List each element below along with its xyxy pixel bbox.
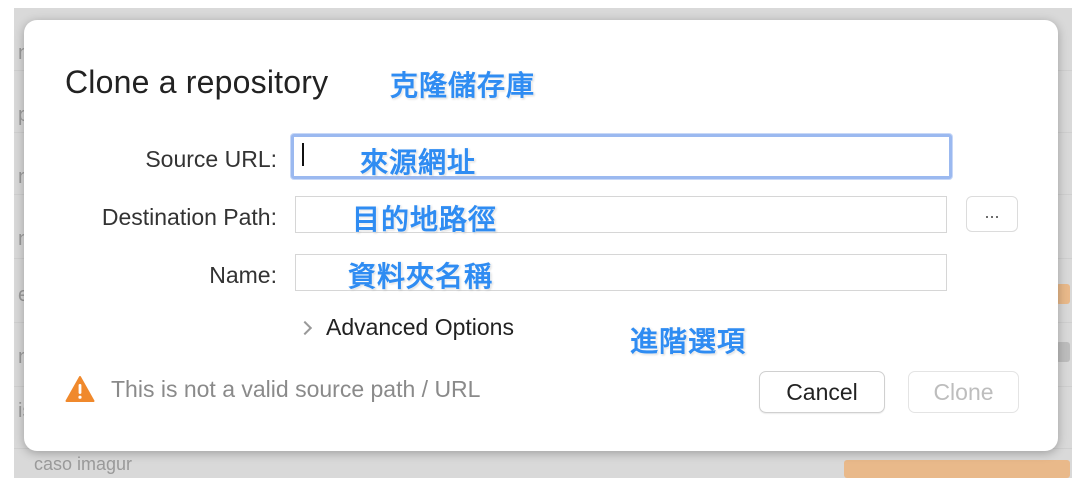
warning-text: This is not a valid source path / URL — [111, 375, 481, 402]
name-label: Name: — [209, 262, 277, 288]
destination-path-label: Destination Path: — [101, 204, 277, 230]
text-cursor — [302, 143, 304, 166]
clone-button[interactable]: Clone — [908, 371, 1019, 413]
destination-path-callout: 目的地路徑 — [352, 203, 498, 236]
title-callout: 克隆儲存庫 — [390, 69, 536, 102]
advanced-options-label: Advanced Options — [326, 314, 514, 340]
source-url-label: Source URL: — [145, 146, 277, 172]
warning-triangle-icon — [65, 376, 95, 402]
background-tag — [844, 460, 1070, 478]
name-callout: 資料夾名稱 — [348, 260, 494, 293]
background-tag — [1056, 284, 1070, 304]
dialog-title: Clone a repository — [65, 64, 329, 100]
clone-repository-dialog: Clone a repository 克隆儲存庫 Source URL: 來源網… — [24, 20, 1058, 451]
validation-warning: This is not a valid source path / URL — [65, 375, 480, 403]
chevron-right-icon — [297, 320, 313, 335]
background-text: caso imagur — [34, 454, 133, 474]
background-tag — [1056, 342, 1070, 362]
advanced-options-callout: 進階選項 — [630, 325, 747, 358]
advanced-options-toggle[interactable]: Advanced Options — [297, 314, 514, 341]
source-url-callout: 來源網址 — [360, 146, 477, 179]
browse-button[interactable]: ... — [966, 196, 1018, 232]
cancel-button[interactable]: Cancel — [759, 371, 885, 413]
